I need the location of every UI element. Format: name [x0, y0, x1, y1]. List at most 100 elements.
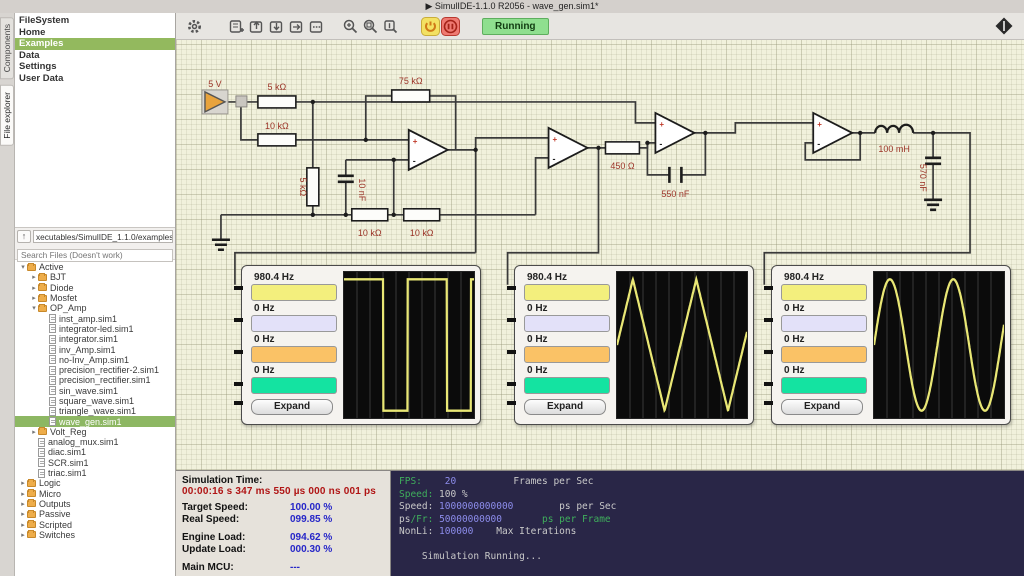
channel-color-bar[interactable] [524, 346, 610, 363]
tree-caret-icon[interactable]: ▸ [30, 428, 38, 436]
channel-color-bar[interactable] [524, 315, 610, 332]
tree-item[interactable]: ▸ Diode [15, 283, 175, 293]
scope-pin[interactable] [234, 286, 243, 290]
channel-color-bar[interactable] [781, 346, 867, 363]
inductor-l1[interactable] [875, 125, 913, 133]
scope-pin[interactable] [507, 286, 516, 290]
resistor-r6[interactable] [404, 209, 440, 221]
zoom-one-icon[interactable] [380, 16, 400, 36]
scope-pin[interactable] [234, 350, 243, 354]
tree-caret-icon[interactable]: ▸ [19, 510, 27, 518]
open-circuit-icon[interactable] [246, 16, 266, 36]
tree-item[interactable]: triac.sim1 [15, 468, 175, 478]
tree-item[interactable]: triangle_wave.sim1 [15, 406, 175, 416]
resistor-r5[interactable] [352, 209, 388, 221]
tree-caret-icon[interactable]: ▸ [19, 500, 27, 508]
scope-pin[interactable] [234, 318, 243, 322]
tree-item[interactable]: ▸ Logic [15, 478, 175, 488]
resistor-r4[interactable] [392, 90, 430, 102]
tree-caret-icon[interactable]: ▸ [30, 284, 38, 292]
tree-item[interactable]: precision_rectifier-2.sim1 [15, 365, 175, 375]
resistor-r7[interactable] [605, 142, 639, 154]
channel-color-bar[interactable] [781, 284, 867, 301]
channel-color-bar[interactable] [781, 315, 867, 332]
scope-pin[interactable] [234, 401, 243, 405]
power-icon[interactable] [420, 16, 440, 36]
filesystem-item[interactable]: Data [15, 50, 175, 62]
filesystem-item[interactable]: User Data [15, 73, 175, 85]
channel-color-bar[interactable] [251, 284, 337, 301]
scope-pin[interactable] [507, 318, 516, 322]
tree-item[interactable]: ▸ Outputs [15, 499, 175, 509]
tree-item[interactable]: ▸ Passive [15, 509, 175, 519]
scope-pin[interactable] [764, 318, 773, 322]
debug-console[interactable]: FPS: 20 Frames per SecSpeed: 100 %Speed:… [391, 471, 1024, 576]
new-circuit-icon[interactable] [226, 16, 246, 36]
channel-color-bar[interactable] [251, 346, 337, 363]
tree-item[interactable]: ▾ Active [15, 262, 175, 272]
tree-item[interactable]: inst_amp.sim1 [15, 313, 175, 323]
channel-color-bar[interactable] [524, 284, 610, 301]
tree-item[interactable]: SCR.sim1 [15, 458, 175, 468]
tree-item[interactable]: ▸ Scripted [15, 519, 175, 529]
tab-components[interactable]: Components [0, 17, 14, 79]
tree-item[interactable]: ▸ BJT [15, 272, 175, 282]
tree-item[interactable]: ▸ Mosfet [15, 293, 175, 303]
tree-caret-icon[interactable]: ▾ [30, 304, 38, 312]
tree-caret-icon[interactable]: ▸ [19, 531, 27, 539]
scope-pin[interactable] [764, 350, 773, 354]
tree-item[interactable]: ▸ Switches [15, 530, 175, 540]
tree-caret-icon[interactable]: ▸ [30, 294, 38, 302]
scope-panel-sine[interactable]: 980.4 Hz 0 Hz 0 Hz 0 Hz Expand [771, 265, 1011, 425]
net-pad[interactable] [236, 96, 247, 107]
channel-color-bar[interactable] [251, 377, 337, 394]
settings-icon[interactable] [184, 16, 204, 36]
channel-color-bar[interactable] [251, 315, 337, 332]
tree-caret-icon[interactable]: ▸ [19, 490, 27, 498]
pause-icon[interactable] [440, 16, 460, 36]
scope-pin[interactable] [764, 401, 773, 405]
circuit-canvas[interactable]: 5 V 5 kΩ 10 kΩ 5 kΩ 75 kΩ [176, 40, 1024, 470]
save-circuit-icon[interactable] [266, 16, 286, 36]
path-field[interactable]: xecutables/SimulIDE_1.1.0/examples [33, 230, 173, 243]
expand-button[interactable]: Expand [251, 399, 333, 415]
tree-item[interactable]: integrator-led.sim1 [15, 324, 175, 334]
tree-item[interactable]: square_wave.sim1 [15, 396, 175, 406]
scope-pin[interactable] [764, 286, 773, 290]
scope-panel-triangle[interactable]: 980.4 Hz 0 Hz 0 Hz 0 Hz Expand [514, 265, 754, 425]
load-last-icon[interactable] [286, 16, 306, 36]
tree-item[interactable]: sin_wave.sim1 [15, 386, 175, 396]
tree-caret-icon[interactable]: ▸ [19, 521, 27, 529]
filesystem-item[interactable]: Examples [15, 38, 175, 50]
up-directory-button[interactable]: ↑ [17, 230, 31, 243]
resistor-r1[interactable] [258, 96, 296, 108]
tree-caret-icon[interactable]: ▸ [30, 273, 38, 281]
tree-item[interactable]: integrator.sim1 [15, 334, 175, 344]
scope-panel-square[interactable]: 980.4 Hz 0 Hz 0 Hz 0 Hz Expand [241, 265, 481, 425]
tree-item[interactable]: ▸ Volt_Reg [15, 427, 175, 437]
scope-pin[interactable] [234, 382, 243, 386]
scope-pin[interactable] [764, 382, 773, 386]
scope-pin[interactable] [507, 401, 516, 405]
resistor-r2[interactable] [258, 134, 296, 146]
channel-color-bar[interactable] [781, 377, 867, 394]
scope-pin[interactable] [507, 350, 516, 354]
scope-pin[interactable] [507, 382, 516, 386]
zoom-in-icon[interactable] [340, 16, 360, 36]
tree-item[interactable]: precision_rectifier.sim1 [15, 375, 175, 385]
tree-item[interactable]: wave_gen.sim1 [15, 416, 175, 426]
tab-file-explorer[interactable]: File explorer [0, 85, 14, 146]
channel-color-bar[interactable] [524, 377, 610, 394]
expand-button[interactable]: Expand [524, 399, 606, 415]
expand-button[interactable]: Expand [781, 399, 863, 415]
tree-item[interactable]: diac.sim1 [15, 447, 175, 457]
info-diamond-icon[interactable] [994, 16, 1014, 36]
export-circuit-icon[interactable] [306, 16, 326, 36]
zoom-fit-icon[interactable] [360, 16, 380, 36]
tree-item[interactable]: ▾ OP_Amp [15, 303, 175, 313]
tree-caret-icon[interactable]: ▸ [19, 479, 27, 487]
filesystem-item[interactable]: Settings [15, 61, 175, 73]
tree-caret-icon[interactable]: ▾ [19, 263, 27, 271]
tree-item[interactable]: no-Inv_Amp.sim1 [15, 355, 175, 365]
tree-item[interactable]: inv_Amp.sim1 [15, 344, 175, 354]
